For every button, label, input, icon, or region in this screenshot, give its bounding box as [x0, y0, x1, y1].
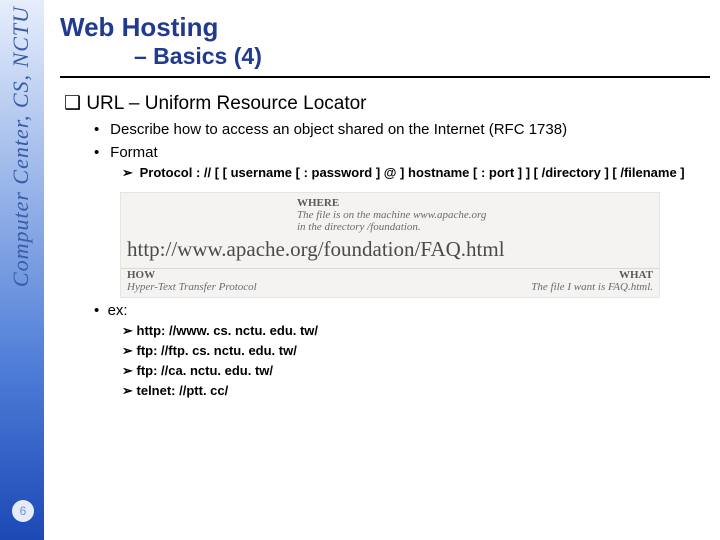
example-text: ftp: //ftp. cs. nctu. edu. tw/	[137, 343, 297, 358]
how-label: HOW	[127, 269, 297, 281]
bullet-describe: • Describe how to access an object share…	[60, 121, 710, 138]
title-line-2: – Basics (4)	[60, 43, 710, 70]
format-line: ➢ Protocol : // [ [ username [ : passwor…	[60, 165, 710, 182]
example-item: ➢ http: //www. cs. nctu. edu. tw/	[122, 323, 710, 339]
url-breakdown-figure: WHERE The file is on the machine www.apa…	[120, 192, 660, 298]
figure-where-block: WHERE The file is on the machine www.apa…	[297, 197, 653, 233]
figure-how-block: HOW Hyper-Text Transfer Protocol	[127, 269, 297, 293]
format-text: Protocol : // [ [ username [ : password …	[140, 165, 685, 180]
bullet-dot-icon: •	[94, 144, 106, 161]
figure-what-block: WHAT The file I want is FAQ.html.	[297, 269, 653, 293]
example-item: ➢ ftp: //ftp. cs. nctu. edu. tw/	[122, 343, 710, 359]
horizontal-rule	[60, 76, 710, 78]
examples-block: • ex: ➢ http: //www. cs. nctu. edu. tw/ …	[60, 302, 710, 399]
example-item: ➢ telnet: //ptt. cc/	[122, 383, 710, 399]
example-text: http: //www. cs. nctu. edu. tw/	[137, 323, 319, 338]
arrow-bullet-icon: ➢	[122, 383, 137, 398]
heading-url-text: URL – Uniform Resource Locator	[86, 93, 366, 114]
what-label: WHAT	[297, 269, 653, 281]
figure-bottom-row: HOW Hyper-Text Transfer Protocol WHAT Th…	[121, 268, 659, 297]
ex-label: ex:	[108, 302, 128, 319]
arrow-bullet-icon: ➢	[122, 363, 137, 378]
arrow-bullet-icon: ➢	[122, 165, 136, 182]
examples-heading: • ex:	[94, 302, 710, 319]
figure-top-row: WHERE The file is on the machine www.apa…	[121, 193, 659, 235]
bullet-describe-text: Describe how to access an object shared …	[110, 121, 567, 138]
where-text-2: in the directory /foundation.	[297, 221, 421, 233]
where-text-1: The file is on the machine www.apache.or…	[297, 209, 486, 221]
how-text: Hyper-Text Transfer Protocol	[127, 281, 257, 293]
content-area: Web Hosting – Basics (4) ❑ URL – Uniform…	[60, 12, 710, 399]
arrow-bullet-icon: ➢	[122, 343, 137, 358]
where-label: WHERE	[297, 197, 653, 209]
bullet-format-text: Format	[110, 144, 158, 161]
examples-list: ➢ http: //www. cs. nctu. edu. tw/ ➢ ftp:…	[94, 323, 710, 399]
checkbox-bullet-icon: ❑	[64, 93, 86, 114]
example-text: telnet: //ptt. cc/	[137, 383, 229, 398]
heading-url: ❑ URL – Uniform Resource Locator	[60, 92, 710, 115]
arrow-bullet-icon: ➢	[122, 323, 137, 338]
title-line-1: Web Hosting	[60, 12, 710, 43]
figure-spacer	[127, 197, 297, 233]
bullet-dot-icon: •	[94, 302, 108, 319]
title-block: Web Hosting – Basics (4)	[60, 12, 710, 70]
side-label: Computer Center, CS, NCTU	[8, 6, 34, 287]
example-item: ➢ ftp: //ca. nctu. edu. tw/	[122, 363, 710, 379]
example-text: ftp: //ca. nctu. edu. tw/	[137, 363, 274, 378]
what-text: The file I want is FAQ.html.	[531, 281, 653, 293]
figure-url: http://www.apache.org/foundation/FAQ.htm…	[121, 235, 659, 268]
bullet-format: • Format	[60, 144, 710, 161]
bullet-dot-icon: •	[94, 121, 106, 138]
page-number: 6	[12, 500, 34, 522]
slide-page: Computer Center, CS, NCTU 6 Web Hosting …	[0, 0, 720, 540]
